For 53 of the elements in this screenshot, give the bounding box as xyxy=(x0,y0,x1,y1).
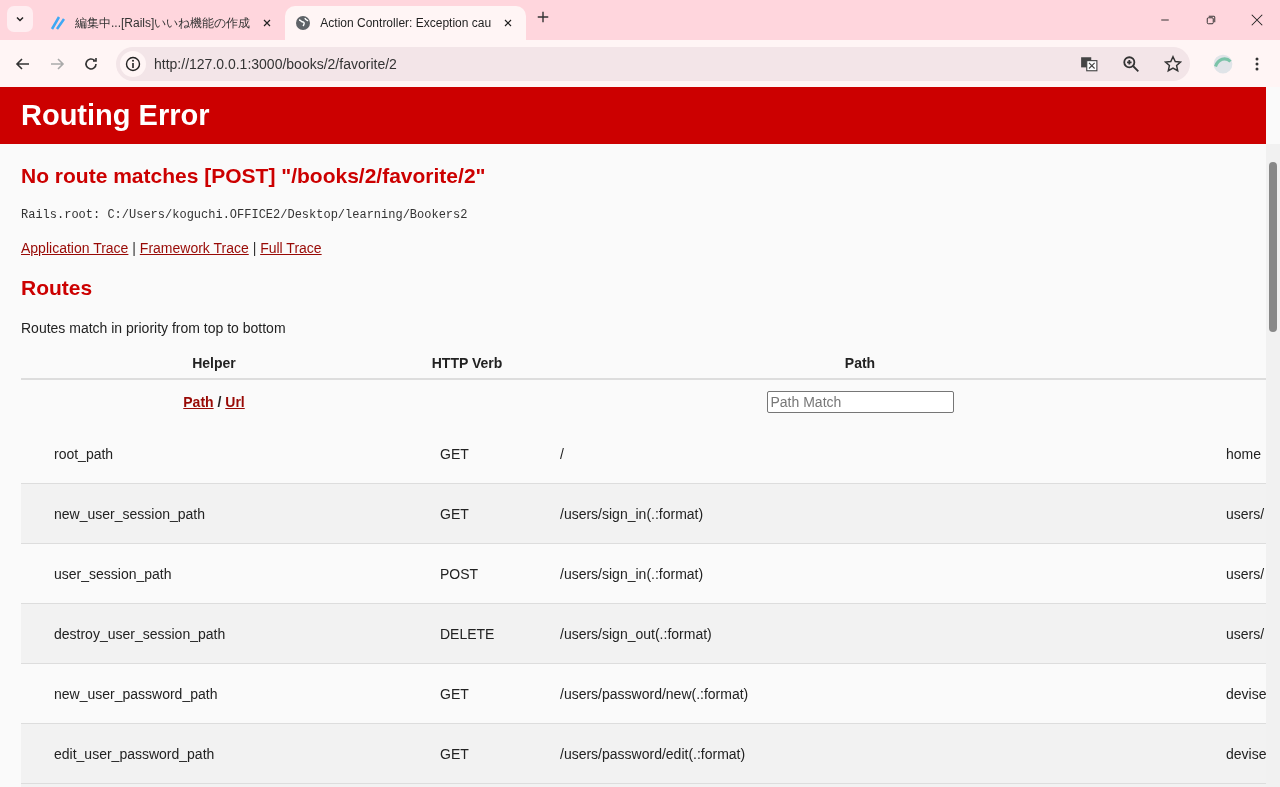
table-cell: GET xyxy=(407,483,527,544)
info-icon xyxy=(125,55,141,72)
column-header: Helper xyxy=(21,352,407,379)
browser-tab[interactable]: Action Controller: Exception cau xyxy=(285,6,527,40)
address-bar[interactable]: http://127.0.0.1:3000/books/2/favorite/2 xyxy=(116,46,1190,81)
page-title: Routing Error xyxy=(21,99,210,132)
table-cell: new_user_session_path xyxy=(21,483,407,544)
plus-icon xyxy=(536,10,551,24)
close-icon xyxy=(1250,13,1264,27)
url-link[interactable]: Url xyxy=(225,394,245,410)
table-cell: edit_user_password_path xyxy=(21,723,407,784)
table-cell: GET xyxy=(407,723,527,784)
table-cell: /users/sign_out(.:format) xyxy=(527,603,1193,664)
url-text: http://127.0.0.1:3000/books/2/favorite/2 xyxy=(154,55,398,72)
star-icon xyxy=(1164,54,1182,73)
scrollbar[interactable] xyxy=(1266,144,1280,787)
trace-link[interactable]: Full Trace xyxy=(260,240,322,256)
restore-icon xyxy=(1205,14,1217,26)
table-cell: /users/sign_in(.:format) xyxy=(527,543,1193,604)
forward-arrow-icon xyxy=(49,55,65,72)
table-cell: user_session_path xyxy=(21,543,407,604)
table-cell: new_user_password_path xyxy=(21,663,407,724)
table-cell: DELETE xyxy=(407,603,527,664)
trace-link[interactable]: Framework Trace xyxy=(139,240,249,256)
column-header: Path xyxy=(527,352,1193,379)
error-message: No route matches [POST] "/books/2/favorite/2" xyxy=(21,164,487,188)
section-title: Routes xyxy=(21,276,94,300)
table-cell: /users/password/edit(.:format) xyxy=(527,723,1193,784)
table-cell: root_path xyxy=(21,424,407,484)
table-cell: GET xyxy=(407,663,527,724)
zoom-icon xyxy=(1122,54,1140,73)
path-link[interactable]: Path xyxy=(183,394,214,410)
table-cell: /users/sign_in(.:format) xyxy=(527,483,1193,544)
path-match-field[interactable]: Path Match xyxy=(766,391,954,413)
table-cell: / xyxy=(527,424,1193,484)
table-cell: GET xyxy=(407,424,527,484)
rails-root: Rails.root: C:/Users/koguchi.OFFICE2/Desktop/learning/Bookers2 xyxy=(21,208,469,222)
avatar-icon xyxy=(1213,53,1233,74)
translate-icon xyxy=(1080,54,1098,73)
separator: / xyxy=(217,394,222,410)
separator: | xyxy=(252,240,257,256)
back-arrow-icon xyxy=(15,55,31,72)
table-cell: POST xyxy=(407,543,527,604)
table-cell: destroy_user_session_path xyxy=(21,603,407,664)
routes-note: Routes match in priority from top to bottom xyxy=(21,320,287,336)
tab-search-button[interactable] xyxy=(7,6,33,32)
browser-tab[interactable]: 編集中...[Rails]いいね機能の作成 xyxy=(40,6,286,40)
trace-link[interactable]: Application Trace xyxy=(21,240,129,256)
column-header: HTTP Verb xyxy=(407,352,527,379)
table-cell: /users/password/new(.:format) xyxy=(527,663,1193,724)
separator: | xyxy=(132,240,136,256)
slash-logo-icon xyxy=(50,15,66,31)
reload-icon xyxy=(83,55,99,72)
